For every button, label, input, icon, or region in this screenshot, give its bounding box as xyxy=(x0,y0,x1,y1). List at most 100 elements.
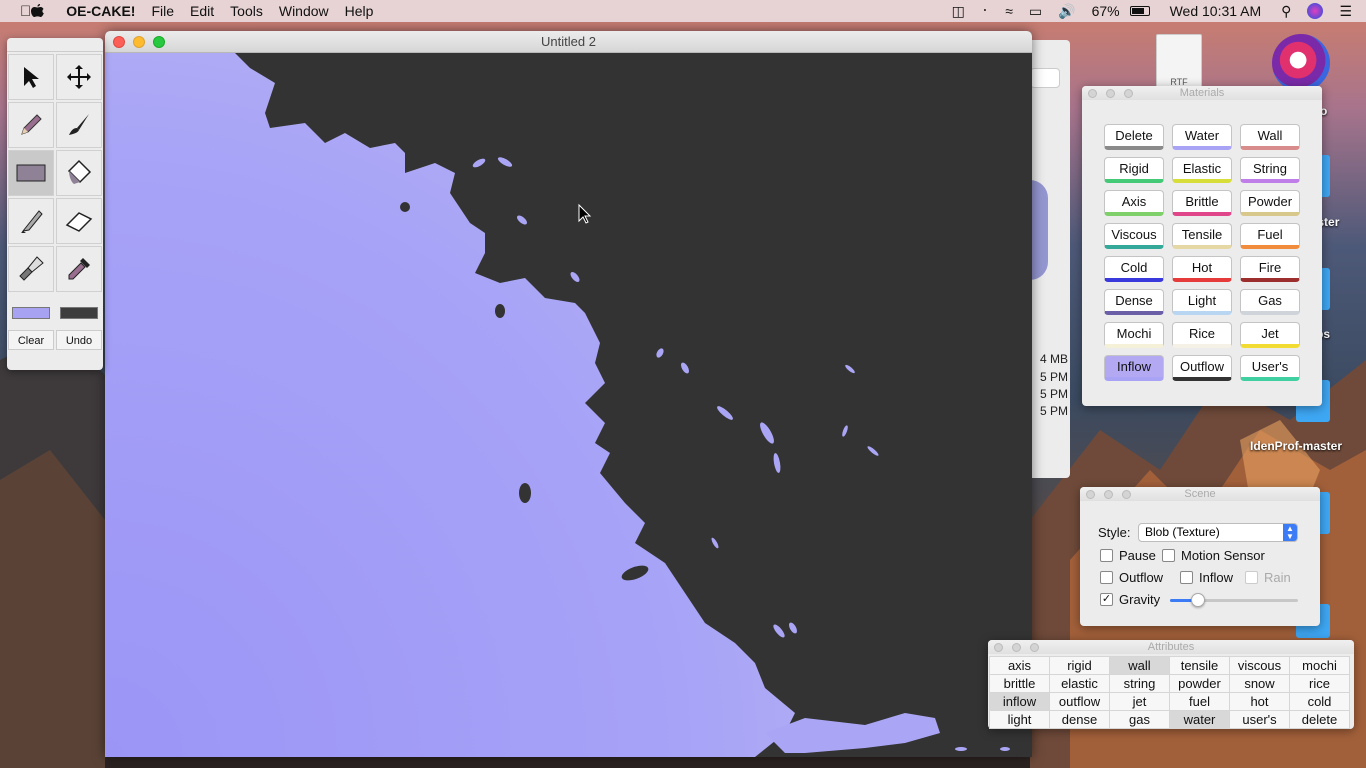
attribute-cell-elastic[interactable]: elastic xyxy=(1049,674,1110,693)
material-button-cold[interactable]: Cold xyxy=(1104,256,1164,282)
material-button-hot[interactable]: Hot xyxy=(1172,256,1232,282)
material-button-outflow[interactable]: Outflow xyxy=(1172,355,1232,381)
material-button-wall[interactable]: Wall xyxy=(1240,124,1300,150)
attribute-cell-delete[interactable]: delete xyxy=(1289,710,1350,729)
material-button-elastic[interactable]: Elastic xyxy=(1172,157,1232,183)
brush-tool[interactable] xyxy=(56,102,102,148)
clock[interactable]: Wed 10:31 AM xyxy=(1160,3,1272,19)
material-button-rice[interactable]: Rice xyxy=(1172,322,1232,348)
material-button-powder[interactable]: Powder xyxy=(1240,190,1300,216)
close-button[interactable] xyxy=(113,36,125,48)
battery-icon[interactable] xyxy=(1124,3,1156,19)
material-button-brittle[interactable]: Brittle xyxy=(1172,190,1232,216)
menu-edit[interactable]: Edit xyxy=(182,3,222,19)
minimize-button[interactable] xyxy=(133,36,145,48)
file-icon[interactable]: RTF xyxy=(1156,34,1202,90)
attribute-cell-axis[interactable]: axis xyxy=(989,656,1050,675)
material-button-mochi[interactable]: Mochi xyxy=(1104,322,1164,348)
wifi-icon[interactable]: ≈ xyxy=(999,3,1019,19)
materials-titlebar[interactable]: Materials xyxy=(1082,86,1322,100)
background-finder-window[interactable]: 4 MB 5 PM 5 PM 5 PM xyxy=(1030,40,1070,478)
attribute-cell-outflow[interactable]: outflow xyxy=(1049,692,1110,711)
checkbox-box[interactable]: ✓ xyxy=(1100,593,1113,606)
zoom-button[interactable] xyxy=(1122,490,1131,499)
material-button-water[interactable]: Water xyxy=(1172,124,1232,150)
close-button[interactable] xyxy=(1088,89,1097,98)
attribute-cell-brittle[interactable]: brittle xyxy=(989,674,1050,693)
zoom-button[interactable] xyxy=(153,36,165,48)
attributes-titlebar[interactable]: Attributes xyxy=(988,640,1354,654)
material-button-dense[interactable]: Dense xyxy=(1104,289,1164,315)
material-button-light[interactable]: Light xyxy=(1172,289,1232,315)
attribute-cell-fuel[interactable]: fuel xyxy=(1169,692,1230,711)
checkbox-box[interactable] xyxy=(1100,571,1113,584)
move-tool[interactable] xyxy=(56,54,102,100)
material-button-users[interactable]: User's xyxy=(1240,355,1300,381)
checkbox-box[interactable] xyxy=(1162,549,1175,562)
checkbox-box[interactable] xyxy=(1100,549,1113,562)
attribute-cell-snow[interactable]: snow xyxy=(1229,674,1290,693)
slider-knob[interactable] xyxy=(1191,593,1206,607)
gravity-checkbox[interactable]: ✓ Gravity xyxy=(1100,592,1160,607)
search-field[interactable] xyxy=(1030,68,1060,88)
attribute-cell-water[interactable]: water xyxy=(1169,710,1230,729)
bluetooth-icon[interactable]: ᛫ xyxy=(975,3,995,19)
motion-sensor-checkbox[interactable]: Motion Sensor xyxy=(1162,548,1265,563)
attribute-cell-dense[interactable]: dense xyxy=(1049,710,1110,729)
attribute-cell-inflow[interactable]: inflow xyxy=(989,692,1050,711)
attribute-cell-light[interactable]: light xyxy=(989,710,1050,729)
spotlight-search-icon[interactable]: ⚲ xyxy=(1275,3,1297,20)
attributes-panel[interactable]: Attributes axis rigid wall tensile viscous mo… xyxy=(988,640,1354,729)
attribute-cell-string[interactable]: string xyxy=(1109,674,1170,693)
attribute-cell-mochi[interactable]: mochi xyxy=(1289,656,1350,675)
scene-panel[interactable]: Scene Style: Blob (Texture) ▲ ▼ Pause Mot… xyxy=(1080,487,1320,626)
background-color-swatch[interactable] xyxy=(56,302,102,324)
material-button-jet[interactable]: Jet xyxy=(1240,322,1300,348)
material-button-inflow[interactable]: Inflow xyxy=(1104,355,1164,381)
close-button[interactable] xyxy=(994,643,1003,652)
attribute-cell-powder[interactable]: powder xyxy=(1169,674,1230,693)
menu-file[interactable]: File xyxy=(143,3,182,19)
material-button-delete[interactable]: Delete xyxy=(1104,124,1164,150)
attribute-cell-hot[interactable]: hot xyxy=(1229,692,1290,711)
tools-palette[interactable]: Clear Undo xyxy=(7,38,103,370)
material-button-viscous[interactable]: Viscous xyxy=(1104,223,1164,249)
attribute-cell-wall[interactable]: wall xyxy=(1109,656,1170,675)
fill-tool[interactable] xyxy=(56,150,102,196)
knife-tool[interactable] xyxy=(8,198,54,244)
airplay-icon[interactable]: ▭ xyxy=(1023,3,1048,20)
eraser-tool[interactable] xyxy=(56,198,102,244)
zoom-button[interactable] xyxy=(1124,89,1133,98)
window-titlebar[interactable]: Untitled 2 xyxy=(105,31,1032,53)
attribute-cell-rigid[interactable]: rigid xyxy=(1049,656,1110,675)
attribute-cell-users[interactable]: user's xyxy=(1229,710,1290,729)
style-select[interactable]: Blob (Texture) ▲ ▼ xyxy=(1138,523,1298,542)
pencil-tool[interactable] xyxy=(8,102,54,148)
close-button[interactable] xyxy=(1086,490,1095,499)
scene-titlebar[interactable]: Scene xyxy=(1080,487,1320,501)
attribute-cell-jet[interactable]: jet xyxy=(1109,692,1170,711)
checkbox-box[interactable] xyxy=(1180,571,1193,584)
materials-panel[interactable]: Materials Delete Water Wall Rigid Elastic Str… xyxy=(1082,86,1322,406)
menu-tools[interactable]: Tools xyxy=(222,3,271,19)
eyedropper-tool[interactable] xyxy=(56,246,102,292)
material-button-gas[interactable]: Gas xyxy=(1240,289,1300,315)
zoom-button[interactable] xyxy=(1030,643,1039,652)
palette-titlebar[interactable] xyxy=(7,38,103,52)
minimize-button[interactable] xyxy=(1106,89,1115,98)
outflow-checkbox[interactable]: Outflow xyxy=(1100,570,1163,585)
material-button-axis[interactable]: Axis xyxy=(1104,190,1164,216)
attribute-cell-gas[interactable]: gas xyxy=(1109,710,1170,729)
flashlight-tool[interactable] xyxy=(8,246,54,292)
attribute-cell-viscous[interactable]: viscous xyxy=(1229,656,1290,675)
clear-button[interactable]: Clear xyxy=(8,330,54,350)
package-icon[interactable]: ◫ xyxy=(946,3,971,20)
material-button-string[interactable]: String xyxy=(1240,157,1300,183)
rectangle-tool[interactable] xyxy=(8,150,54,196)
gravity-slider[interactable] xyxy=(1170,593,1298,607)
inflow-checkbox[interactable]: Inflow xyxy=(1180,570,1233,585)
undo-button[interactable]: Undo xyxy=(56,330,102,350)
minimize-button[interactable] xyxy=(1104,490,1113,499)
select-arrow-tool[interactable] xyxy=(8,54,54,100)
notification-center-icon[interactable]: ☰ xyxy=(1333,3,1366,20)
